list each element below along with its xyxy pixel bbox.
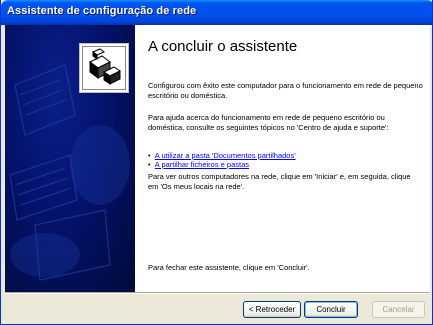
network-places-text: Para ver outros computadores na rede, cl… bbox=[148, 172, 411, 191]
link-share-files-folders[interactable]: A partilhar ficheiros e pastas bbox=[155, 160, 249, 169]
wizard-logo bbox=[79, 43, 129, 93]
finish-button[interactable]: Concluir bbox=[304, 301, 358, 318]
cancel-button[interactable]: Cancelar bbox=[372, 301, 425, 318]
window-title: Assistente de configuração de rede bbox=[7, 5, 197, 17]
link-shared-documents[interactable]: A utilizar a pasta 'Documentos partilhad… bbox=[155, 151, 296, 160]
back-button[interactable]: < Retroceder bbox=[243, 301, 301, 318]
title-bar[interactable]: Assistente de configuração de rede bbox=[1, 0, 432, 25]
help-text: Para ajuda acerca do funcionamento em re… bbox=[148, 113, 389, 132]
bullet-icon: • bbox=[148, 151, 155, 160]
wizard-content: A concluir o assistente Configurou com ê… bbox=[135, 25, 430, 292]
wizard-window: Assistente de configuração de rede A con… bbox=[0, 0, 433, 325]
side-panel bbox=[5, 25, 135, 292]
closing-text: Para fechar este assistente, clique em '… bbox=[148, 263, 310, 272]
page-heading: A concluir o assistente bbox=[148, 38, 298, 55]
success-text: Configurou com êxito este computador par… bbox=[148, 81, 423, 100]
list-item: • A partilhar ficheiros e pastas bbox=[148, 160, 249, 170]
network-computers-icon bbox=[89, 48, 121, 85]
button-separator bbox=[5, 292, 430, 294]
bullet-icon: • bbox=[148, 160, 155, 169]
